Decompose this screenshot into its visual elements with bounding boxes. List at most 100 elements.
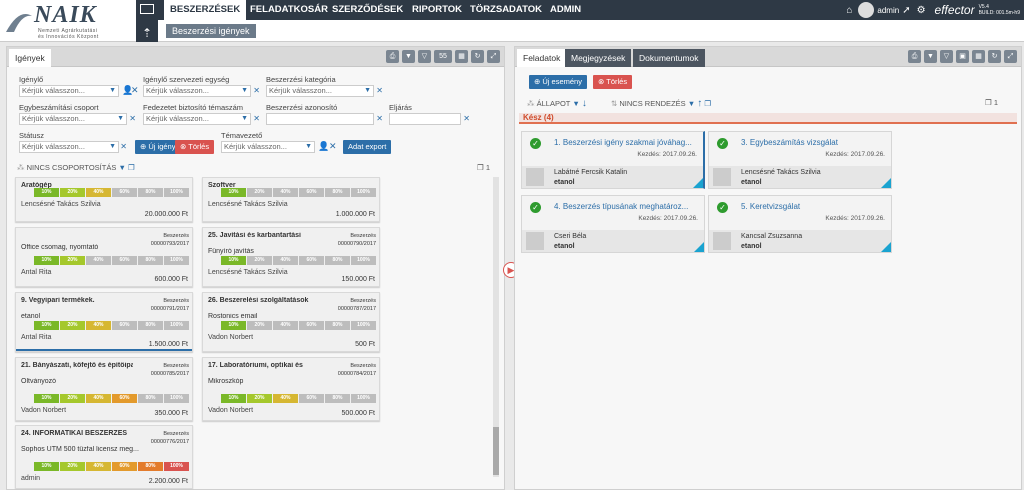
count-badge[interactable]: 55: [434, 50, 452, 63]
card-owner: Vadon Norbert: [208, 407, 254, 414]
nav-item-beszerzesek[interactable]: BESZERZÉSEK: [164, 0, 247, 20]
clear-icon[interactable]: ✕: [253, 114, 260, 124]
card-tag: Beszerzés 00000776/2017: [150, 431, 189, 445]
state-dropdown[interactable]: ⁂ ÁLLAPOT ▼ ↓: [527, 98, 587, 109]
task-title[interactable]: 5. Keretvizsgálat: [741, 202, 887, 211]
clear-icon[interactable]: ✕: [120, 142, 127, 152]
request-card[interactable]: 17. Laboratóriumi, optikai és Mikroszkóp B…: [202, 357, 380, 421]
nav-item-torzsadatok[interactable]: TÖRZSADATOK: [464, 0, 548, 20]
clear-icon[interactable]: ✕: [329, 141, 337, 152]
filter-clear-icon[interactable]: ▽: [940, 50, 953, 63]
filter-egybeszamitas[interactable]: Kérjük válasszon... ▼ ✕: [19, 113, 136, 125]
save-icon[interactable]: ▣: [956, 50, 969, 63]
request-card[interactable]: 26. Beszerelési szolgáltatások Rostonics …: [202, 292, 380, 352]
tab-igenyek[interactable]: Igények: [9, 49, 51, 67]
filter-label-eljaras: Eljárás: [389, 103, 412, 112]
request-card[interactable]: 21. Bányászati, kőfejtő és építőipari Olt…: [15, 357, 193, 421]
window-icon: [140, 4, 154, 14]
task-card[interactable]: ✓ 5. Keretvizsgálat Kezdés: 2017.09.26. …: [708, 195, 892, 253]
filter-icon[interactable]: ▼: [924, 50, 937, 63]
task-title[interactable]: 3. Egybeszámítás vizsgálat: [741, 138, 887, 147]
expand-icon[interactable]: ⤢: [487, 50, 500, 63]
table-icon[interactable]: ▦: [455, 50, 468, 63]
expand-icon[interactable]: ⤢: [1004, 50, 1017, 63]
new-request-button[interactable]: ⊕ Új igény: [135, 140, 181, 154]
filter-label-temaszam: Fedezetet biztosító témaszám: [143, 103, 244, 112]
selected-counter: ❐ 1: [985, 98, 998, 107]
tab-feladatok[interactable]: Feladatok: [517, 49, 567, 67]
filter-statusz[interactable]: Kérjük válasszon... ▼ ✕: [19, 141, 127, 153]
filter-szervezet[interactable]: Kérjük válasszon... ▼ ✕: [143, 85, 260, 97]
table-icon[interactable]: ▦: [972, 50, 985, 63]
filter-clear-icon[interactable]: ▽: [418, 50, 431, 63]
grouping-dropdown[interactable]: ⁂ NINCS CSOPORTOSÍTÁS ▼ ❐: [17, 163, 135, 172]
filter-igenylo[interactable]: Kérjük válasszon... ▼: [19, 85, 119, 97]
menu-toggle[interactable]: ⇡: [136, 0, 158, 42]
delete-request-button[interactable]: ⊗ Törlés: [175, 140, 215, 154]
arrow-down-icon[interactable]: ↓: [582, 98, 587, 109]
clear-icon[interactable]: ✕: [376, 86, 383, 96]
filter-icon[interactable]: ▼: [402, 50, 415, 63]
clear-icon[interactable]: ✕: [253, 86, 260, 96]
tab-megjegyzesek[interactable]: Megjegyzések: [565, 49, 632, 67]
request-card[interactable]: Office csomag, nyomtató Beszerzés 00000793…: [15, 227, 193, 287]
card-amount: 150.000 Ft: [341, 276, 375, 283]
chevron-down-icon: ▼: [118, 163, 126, 172]
filter-eljaras[interactable]: ✕: [389, 113, 470, 125]
clear-icon[interactable]: ✕: [131, 85, 139, 96]
gear-icon[interactable]: ⚙: [917, 5, 926, 16]
request-card[interactable]: 24. INFORMATIKAI BESZERZÉS Sophos UTM 500…: [15, 425, 193, 489]
card-amount: 1.000.000 Ft: [335, 211, 375, 218]
refresh-icon[interactable]: ↻: [988, 50, 1001, 63]
new-event-button[interactable]: ⊕ Új esemény: [529, 75, 587, 89]
avatar[interactable]: [858, 2, 875, 18]
nav-item-szerzodesek[interactable]: SZERZŐDÉSEK: [326, 0, 409, 20]
nav-item-feladatkosar[interactable]: FELADATKOSÁR: [244, 0, 334, 20]
request-card[interactable]: Szoftver 10% 20% 40% 60% 80% 100% Lencsésné Tak…: [202, 177, 380, 222]
progress-step: 80%: [138, 462, 163, 471]
progress-step: 100%: [164, 256, 189, 265]
task-footer: Cseri Béla etanol: [522, 230, 704, 252]
task-title[interactable]: 4. Beszerzés típusának meghatároz...: [554, 202, 700, 211]
task-card[interactable]: ✓ 1. Beszerzési igény szakmai jóváhag...…: [521, 131, 705, 189]
request-card[interactable]: 9. Vegyipari termékek. etanol Beszerzés 000…: [15, 292, 193, 352]
arrow-up-icon[interactable]: ↑: [697, 98, 702, 109]
scrollbar-thumb[interactable]: [493, 427, 499, 475]
print-icon[interactable]: ⎙: [386, 50, 399, 63]
task-card[interactable]: ✓ 4. Beszerzés típusának meghatároz... K…: [521, 195, 705, 253]
home-icon[interactable]: ⌂: [846, 5, 852, 16]
card-title: 21. Bányászati, kőfejtő és építőipari: [21, 362, 133, 369]
task-card[interactable]: ✓ 3. Egybeszámítás vizsgálat Kezdés: 201…: [708, 131, 892, 189]
tab-dokumentumok[interactable]: Dokumentumok: [633, 49, 705, 67]
filter-kategoria[interactable]: Kérjük válasszon... ▼ ✕: [266, 85, 383, 97]
sort-dropdown[interactable]: ⇅ NINCS RENDEZÉS ▼ ↑ ❐: [611, 98, 711, 109]
clear-icon[interactable]: ✕: [463, 114, 470, 124]
logo-text: NAIK: [34, 2, 97, 28]
delete-event-button[interactable]: ⊗ Törlés: [593, 75, 633, 89]
clear-icon[interactable]: ✕: [376, 114, 383, 124]
filter-azonosito[interactable]: ✕: [266, 113, 383, 125]
task-title[interactable]: 1. Beszerzési igény szakmai jóváhag...: [554, 138, 700, 147]
subnav-tab[interactable]: Beszerzési igények: [166, 24, 256, 38]
card-owner: Vadon Norbert: [208, 334, 254, 341]
progress-bar: 10% 20% 40% 60% 80% 100%: [221, 394, 377, 403]
refresh-icon[interactable]: ↻: [471, 50, 484, 63]
nav-item-riportok[interactable]: RIPORTOK: [406, 0, 468, 20]
card-subject: Oltványozó: [21, 378, 57, 385]
request-card[interactable]: 25. Javítási és karbantartási Fűnyíró jav…: [202, 227, 380, 287]
user-name[interactable]: admin: [877, 6, 899, 15]
print-icon[interactable]: ⎙: [908, 50, 921, 63]
export-button[interactable]: Adat export: [343, 140, 392, 154]
progress-step: 10%: [34, 256, 59, 265]
filter-temaszam[interactable]: Kérjük válasszon... ▼ ✕: [143, 113, 260, 125]
filter-temavezeto[interactable]: Kérjük válasszon... ▼: [221, 141, 315, 153]
rocket-icon[interactable]: ➚: [902, 5, 910, 16]
card-amount: 20.000.000 Ft: [144, 211, 188, 218]
card-subject: etanol: [21, 313, 41, 320]
copy-icon[interactable]: ❐: [704, 99, 711, 108]
copy-icon[interactable]: ❐: [128, 163, 135, 172]
nav-item-admin[interactable]: ADMIN: [544, 0, 587, 20]
request-card[interactable]: Aratógép 10% 20% 40% 60% 80% 100% Lencsésné Tak…: [15, 177, 193, 222]
user-icon[interactable]: 👤: [318, 141, 329, 152]
clear-icon[interactable]: ✕: [129, 114, 136, 124]
